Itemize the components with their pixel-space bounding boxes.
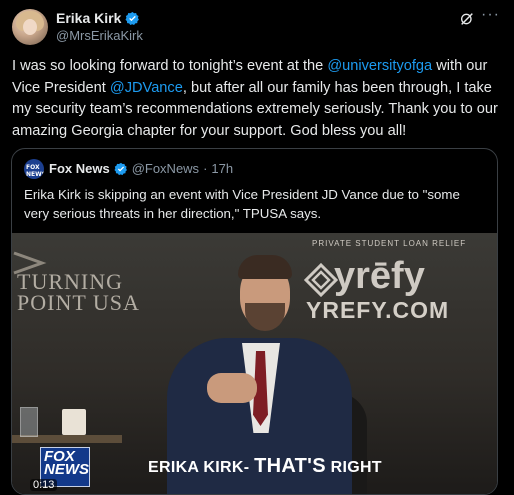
mention-link[interactable]: @JDVance — [110, 80, 183, 96]
post-body: I was so looking forward to tonight’s ev… — [12, 56, 504, 142]
verified-badge-icon — [125, 11, 140, 25]
fox-news-logo-text: FOX NEWS — [26, 164, 44, 178]
quoted-author-row: Fox News @FoxNews · 17h — [49, 161, 233, 176]
sponsor-name: yrēfy — [334, 255, 425, 297]
author-display-name[interactable]: Erika Kirk — [56, 10, 121, 26]
grok-icon[interactable] — [459, 11, 475, 27]
video-elapsed-time: 0:13 — [30, 479, 58, 491]
more-options-icon[interactable]: ··· — [481, 6, 500, 24]
yrefy-logo-icon — [304, 263, 338, 297]
fox-news-bug-text: FOX NEWS — [44, 448, 89, 478]
quoted-post[interactable]: FOX NEWS Fox News @FoxNews · 17h Erika K… — [11, 148, 498, 495]
quoted-handle[interactable]: @FoxNews — [132, 161, 199, 176]
post: Erika Kirk @MrsErikaKirk ··· I was so lo… — [0, 0, 514, 495]
caption-prefix: ERIKA KIRK- — [148, 459, 255, 476]
speaker-beard — [245, 303, 285, 331]
caption-emphasis: THAT'S — [254, 455, 326, 477]
avatar-face — [23, 19, 37, 35]
author-name-row: Erika Kirk — [56, 10, 140, 26]
video-player[interactable]: TURNING POINT USA PRIVATE STUDENT LOAN R… — [12, 233, 497, 494]
caption-suffix: RIGHT — [325, 459, 382, 476]
author-avatar[interactable] — [12, 9, 48, 45]
verified-badge-icon — [114, 162, 127, 175]
quoted-time[interactable]: 17h — [211, 161, 233, 176]
speaker-hands — [207, 373, 257, 403]
video-caption: ERIKA KIRK- THAT'S RIGHT — [148, 455, 382, 478]
sponsor-tagline: PRIVATE STUDENT LOAN RELIEF — [312, 239, 467, 248]
quoted-text: Erika Kirk is skipping an event with Vic… — [24, 187, 460, 221]
sponsor-url: YREFY.COM — [306, 297, 450, 323]
mention-link[interactable]: @universityofga — [327, 58, 432, 74]
dot-separator: · — [203, 161, 208, 176]
post-text-segment: I was so looking forward to tonight’s ev… — [12, 58, 328, 74]
water-glass — [20, 407, 38, 437]
fox-news-avatar[interactable]: FOX NEWS — [24, 159, 44, 179]
quoted-display-name[interactable]: Fox News — [49, 161, 110, 176]
speaker-hair — [238, 255, 292, 279]
turning-point-backdrop: TURNING POINT USA — [17, 269, 140, 315]
mug — [62, 409, 86, 435]
author-handle[interactable]: @MrsErikaKirk — [56, 28, 143, 43]
